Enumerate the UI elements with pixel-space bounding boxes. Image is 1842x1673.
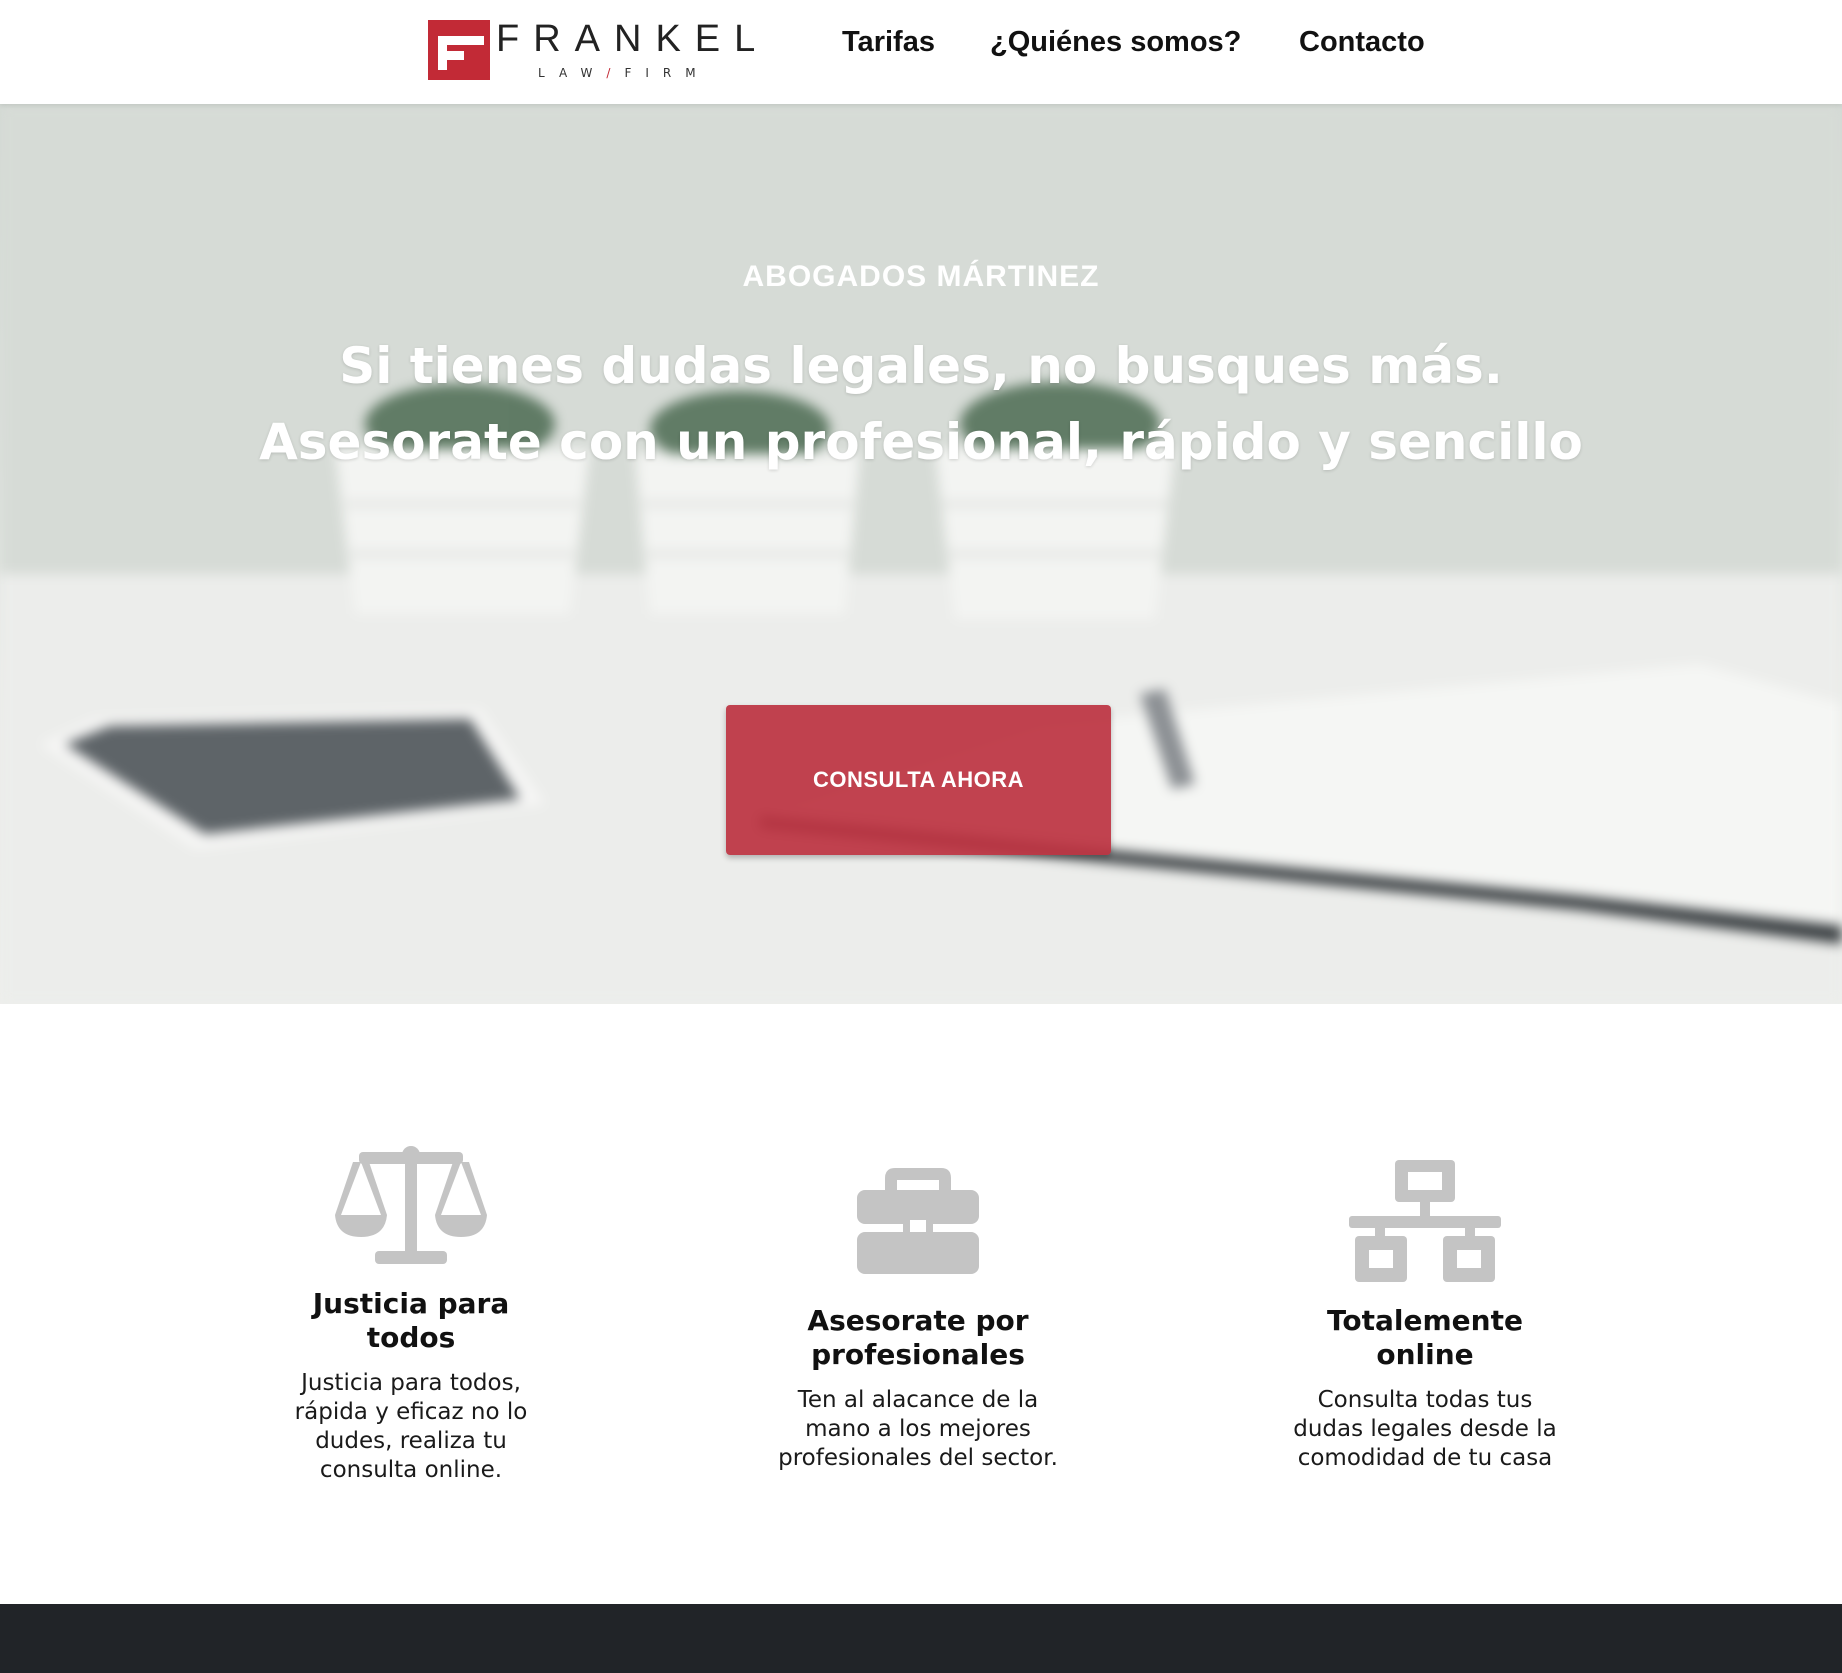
hero-title: Si tienes dudas legales, no busques más.… <box>0 328 1842 480</box>
briefcase-icon <box>857 1168 979 1274</box>
feature-title: Asesorate por profesionales <box>807 1304 1029 1371</box>
hero-title-line-2: Asesorate con un profesional, rápido y s… <box>259 413 1583 471</box>
hero-title-line-1: Si tienes dudas legales, no busques más. <box>339 337 1503 395</box>
feature-text: Ten al alacance de la mano a los mejores… <box>778 1387 1058 1471</box>
feature-text: Justicia para todos, rápida y eficaz no … <box>294 1370 528 1483</box>
feature-profesionales: Asesorate por profesionales Ten al alaca… <box>708 1166 1128 1473</box>
nav-contacto[interactable]: Contacto <box>1299 26 1425 59</box>
feature-online: Totalemente online Consulta todas tus du… <box>1215 1160 1635 1473</box>
nav-quienes-somos[interactable]: ¿Quiénes somos? <box>990 26 1241 59</box>
logo-mark-icon <box>428 20 490 80</box>
logo-subtitle: LAW/FIRM <box>538 66 710 80</box>
scale-icon <box>335 1146 487 1264</box>
nav-tarifas[interactable]: Tarifas <box>842 26 935 59</box>
site-footer <box>0 1604 1842 1673</box>
hero-eyebrow: ABOGADOS MÁRTINEZ <box>742 260 1100 293</box>
logo-wordmark: FRANKEL <box>496 18 770 60</box>
feature-title: Justicia para todos <box>312 1287 510 1354</box>
site-header: FRANKEL LAW/FIRM Tarifas ¿Quiénes somos?… <box>0 0 1842 104</box>
feature-text: Consulta todas tus dudas legales desde l… <box>1293 1387 1557 1471</box>
hero-section: ABOGADOS MÁRTINEZ Si tienes dudas legale… <box>0 104 1842 1004</box>
hero-background-image <box>0 104 1842 1004</box>
network-icon <box>1349 1160 1501 1282</box>
feature-title: Totalemente online <box>1327 1304 1523 1371</box>
consulta-ahora-button[interactable]: CONSULTA AHORA <box>726 705 1111 855</box>
feature-justicia: Justicia para todos Justicia para todos,… <box>201 1145 621 1485</box>
frankel-logo[interactable]: FRANKEL LAW/FIRM <box>428 18 792 82</box>
